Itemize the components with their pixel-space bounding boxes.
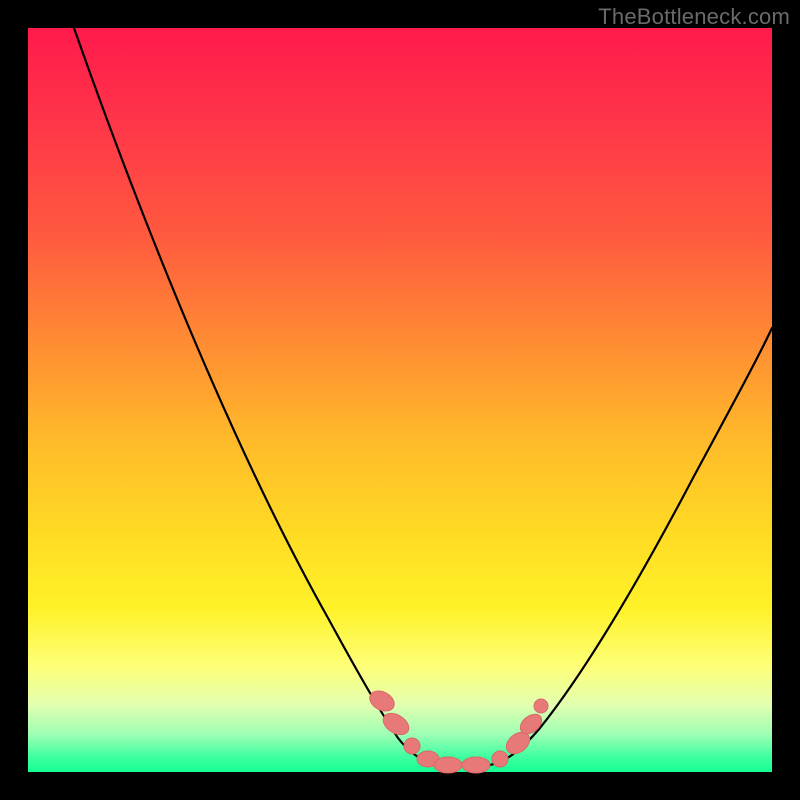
marker-dot — [492, 751, 508, 767]
marker-dot — [462, 757, 490, 773]
chart-frame: TheBottleneck.com — [0, 0, 800, 800]
marker-dot — [434, 757, 462, 773]
plot-area — [28, 28, 772, 772]
trough-markers — [366, 687, 548, 773]
bottleneck-curve-svg — [28, 28, 772, 772]
marker-dot — [366, 687, 397, 715]
curve-right-branch — [490, 328, 772, 765]
marker-dot — [534, 699, 548, 713]
watermark-text: TheBottleneck.com — [598, 4, 790, 30]
curve-left-branch — [74, 28, 438, 765]
marker-dot — [404, 738, 420, 754]
